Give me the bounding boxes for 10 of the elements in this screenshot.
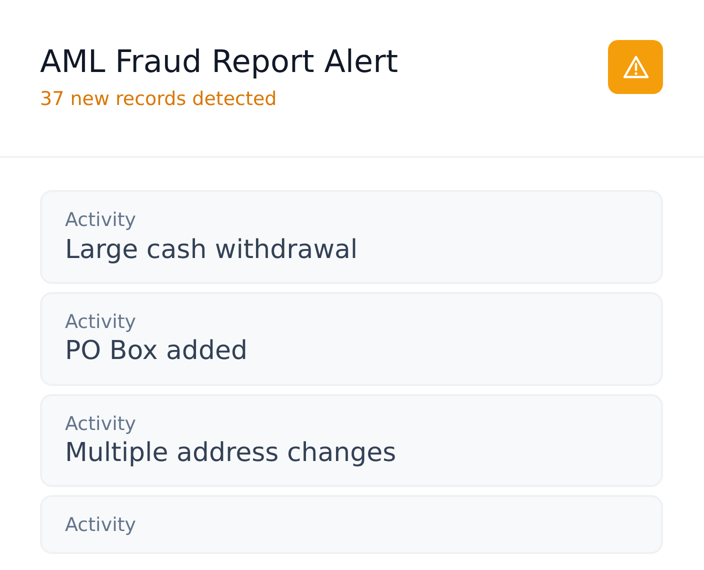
activity-label: Activity [65, 412, 138, 436]
activity-value: Multiple address changes [65, 437, 398, 470]
activity-value: Large cash withdrawal [65, 234, 359, 267]
activity-label: Activity [65, 310, 138, 334]
activity-label: Activity [65, 513, 138, 538]
activity-label: Activity [65, 208, 138, 233]
activity-value: PO Box added [65, 335, 248, 368]
record-count: 37 new records detected [40, 87, 278, 112]
warning-icon [622, 55, 648, 79]
alert-title: AML Fraud Report Alert [40, 44, 398, 82]
